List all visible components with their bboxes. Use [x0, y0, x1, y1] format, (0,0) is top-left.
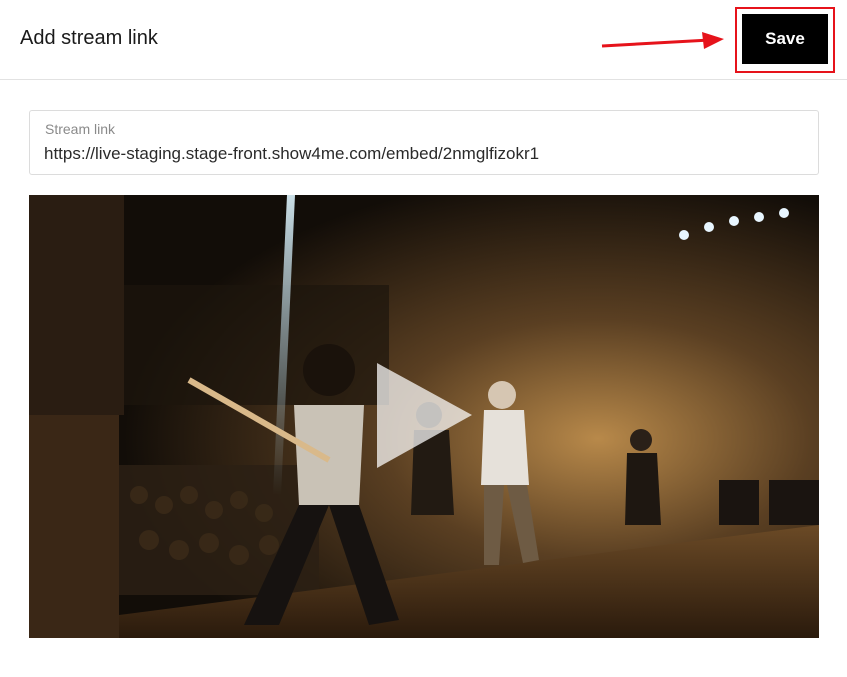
page-title: Add stream link — [20, 27, 158, 49]
stream-link-label: Stream link — [45, 121, 116, 137]
header: Add stream link Save — [0, 0, 847, 80]
stream-link-field[interactable]: Stream link — [29, 110, 819, 175]
play-icon[interactable] — [377, 363, 472, 468]
save-button-highlight: Save — [735, 7, 835, 73]
save-button[interactable]: Save — [742, 14, 828, 64]
annotation-arrow-icon — [601, 32, 724, 49]
video-preview[interactable] — [29, 195, 819, 638]
stream-link-input[interactable] — [44, 142, 804, 166]
